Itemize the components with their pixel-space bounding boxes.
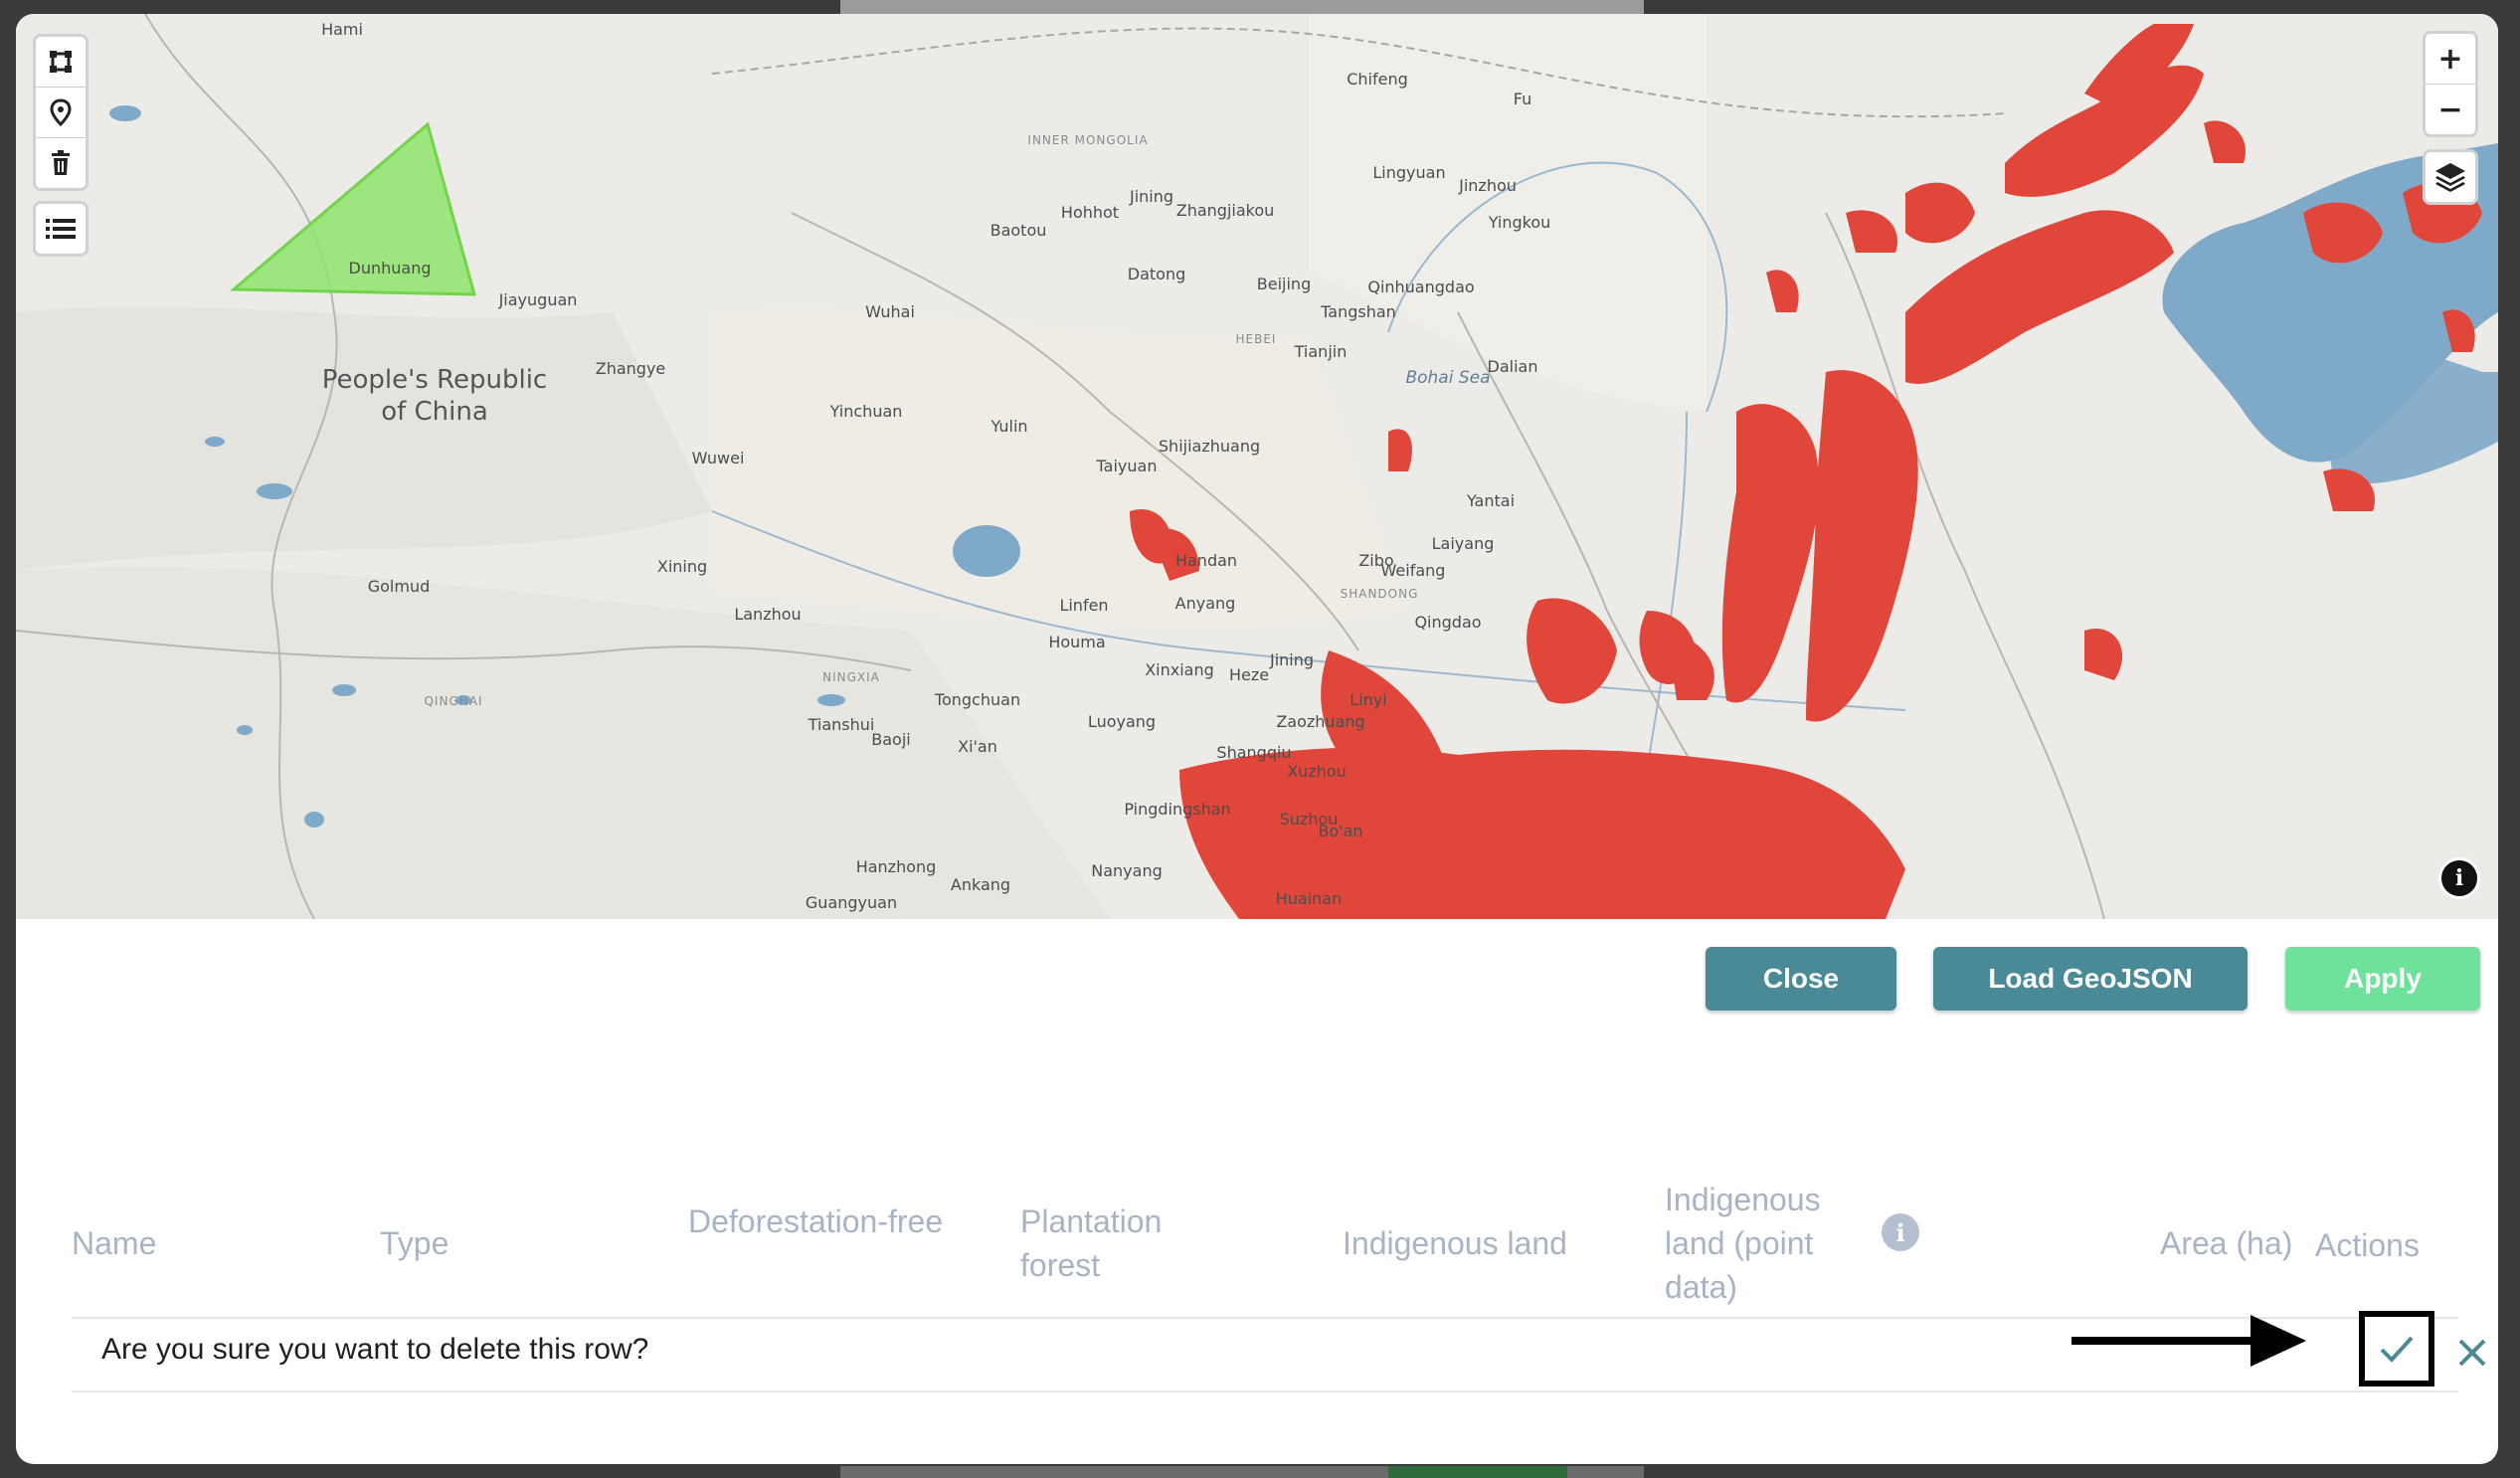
city-label-linfen: Linfen [1059, 596, 1109, 615]
trash-icon[interactable] [36, 138, 86, 188]
close-button[interactable]: Close [1706, 947, 1896, 1011]
region-label-shandong: SHANDONG [1340, 587, 1419, 601]
city-label-hami: Hami [321, 20, 363, 39]
city-label-hohhot: Hohhot [1060, 203, 1120, 222]
layers-icon[interactable] [2426, 152, 2475, 202]
layer-list-toolbar [33, 201, 89, 257]
city-label-lanzhou: Lanzhou [734, 605, 802, 624]
column-header-indigenous-land[interactable]: Indigenous land [1343, 1221, 1567, 1265]
city-label-qinhuangdao: Qinhuangdao [1367, 277, 1475, 296]
column-header-area[interactable]: Area (ha) [2160, 1221, 2292, 1265]
region-label-hebei: HEBEI [1235, 332, 1277, 346]
column-header-indigenous-land-point[interactable]: Indigenous land (point data) [1665, 1178, 1854, 1309]
city-label-huainan: Huainan [1275, 889, 1343, 908]
close-icon[interactable] [2452, 1333, 2492, 1373]
map-view[interactable]: Hami Dunhuang Jiayuguan Zhangye Wuwei Xi… [16, 14, 2498, 919]
zoom-out-icon[interactable]: − [2426, 85, 2475, 134]
city-label-dalian: Dalian [1487, 357, 1538, 376]
city-label-dunhuang: Dunhuang [348, 259, 432, 277]
city-label-chifeng: Chifeng [1347, 70, 1408, 89]
city-label-zaozhuang: Zaozhuang [1276, 712, 1365, 731]
city-label-shangqiu: Shangqiu [1216, 743, 1292, 762]
map-canvas [16, 14, 2498, 919]
city-label-tangshan: Tangshan [1321, 302, 1396, 321]
city-label-wuhai: Wuhai [865, 302, 915, 321]
map-info-icon[interactable]: i [2438, 857, 2480, 899]
region-label-qinghai: QINGHAI [424, 694, 483, 708]
city-label-jiayuguan: Jiayuguan [498, 290, 578, 309]
city-label-jining-south: Jining [1269, 650, 1315, 669]
city-label-hanzhong: Hanzhong [855, 857, 937, 876]
city-label-ankang: Ankang [950, 875, 1011, 894]
city-label-beijing: Beijing [1256, 275, 1312, 293]
column-header-type[interactable]: Type [380, 1221, 449, 1265]
backdrop-green-button [1388, 1466, 1567, 1478]
column-header-plantation-forest[interactable]: Plantation forest [1020, 1200, 1219, 1287]
city-label-yingkou: Yingkou [1488, 213, 1551, 232]
city-label-tongchuan: Tongchuan [934, 690, 1021, 709]
city-label-yulin: Yulin [990, 417, 1028, 436]
city-label-xuzhou: Xuzhou [1287, 762, 1347, 781]
city-label-yinchuan: Yinchuan [829, 402, 903, 421]
city-label-tianjin: Tianjin [1294, 342, 1348, 361]
city-label-handan: Handan [1174, 551, 1238, 570]
column-header-deforestation-free[interactable]: Deforestation-free [688, 1200, 947, 1243]
city-label-shijiazhuang: Shijiazhuang [1158, 437, 1261, 456]
city-label-zhangjiakou: Zhangjiakou [1175, 201, 1275, 220]
confirm-delete-button[interactable] [2359, 1311, 2434, 1386]
layers-control [2423, 149, 2478, 205]
city-label-taiyuan: Taiyuan [1096, 457, 1158, 475]
city-label-lingyuan: Lingyuan [1372, 163, 1446, 182]
city-label-linyi: Linyi [1350, 690, 1387, 709]
city-label-tianshui: Tianshui [808, 715, 875, 734]
city-label-boan: Bo'an [1318, 822, 1363, 840]
annotation-arrow-icon [2071, 1315, 2306, 1367]
region-label-inner-mongolia: INNER MONGOLIA [1027, 133, 1149, 147]
zoom-controls: + − [2423, 31, 2478, 137]
city-label-baoji: Baoji [871, 730, 911, 749]
sea-label: Bohai Sea [1405, 368, 1491, 388]
city-label-zhangye: Zhangye [595, 359, 666, 378]
region-label-ningxia: NINGXIA [822, 670, 880, 684]
city-label-fu: Fu [1513, 90, 1532, 108]
city-label-qingdao: Qingdao [1414, 613, 1482, 632]
city-label-xian: Xi'an [958, 737, 997, 756]
city-label-datong: Datong [1127, 265, 1186, 283]
area-selection-modal: Hami Dunhuang Jiayuguan Zhangye Wuwei Xi… [16, 14, 2498, 1464]
city-label-luoyang: Luoyang [1087, 712, 1157, 731]
city-label-jinzhou: Jinzhou [1459, 176, 1517, 195]
load-geojson-button[interactable]: Load GeoJSON [1933, 947, 2248, 1011]
city-label-golmud: Golmud [367, 577, 431, 596]
delete-confirm-message: Are you sure you want to delete this row… [101, 1333, 649, 1366]
city-label-laiyang: Laiyang [1431, 534, 1495, 553]
city-label-houma: Houma [1048, 633, 1106, 651]
city-label-baotou: Baotou [990, 221, 1047, 240]
city-label-xining: Xining [656, 557, 708, 576]
check-icon [2380, 1336, 2414, 1363]
city-label-jining-north: Jining [1129, 187, 1174, 206]
city-label-weifang: Weifang [1380, 561, 1446, 580]
draw-polygon-icon[interactable] [36, 37, 86, 88]
apply-button[interactable]: Apply [2285, 947, 2480, 1011]
city-label-heze: Heze [1228, 665, 1270, 684]
city-label-yantai: Yantai [1466, 491, 1516, 510]
table-header: Name Type Deforestation-free Plantation … [72, 1168, 2458, 1319]
country-label: People's Republic of China [321, 365, 548, 427]
city-label-pingdingshan: Pingdingshan [1124, 800, 1231, 819]
city-label-anyang: Anyang [1174, 594, 1236, 613]
city-label-wuwei: Wuwei [691, 449, 745, 467]
zoom-in-icon[interactable]: + [2426, 34, 2475, 85]
city-label-xinxiang: Xinxiang [1145, 660, 1214, 679]
city-label-guangyuan: Guangyuan [805, 893, 898, 912]
info-icon[interactable]: i [1882, 1213, 1919, 1251]
column-header-actions: Actions [2315, 1227, 2420, 1263]
list-icon[interactable] [36, 204, 86, 254]
column-header-name[interactable]: Name [72, 1221, 156, 1265]
draw-toolbar [33, 34, 89, 191]
map-marker-icon[interactable] [36, 88, 86, 138]
city-label-nanyang: Nanyang [1091, 861, 1163, 880]
